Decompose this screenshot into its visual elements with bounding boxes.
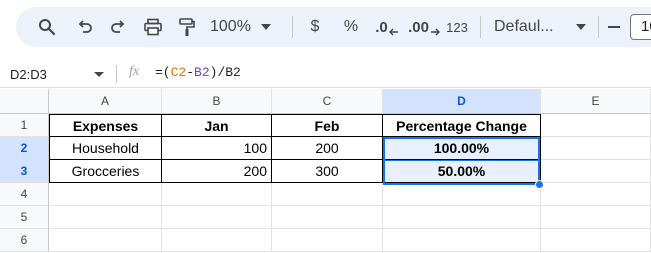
cell-c4[interactable] [272, 183, 383, 206]
number-format-button[interactable]: 123 [444, 13, 470, 41]
name-box-value: D2:D3 [10, 66, 47, 82]
chevron-down-icon [94, 71, 104, 77]
row-header-5[interactable]: 5 [0, 206, 49, 229]
chevron-down-icon [260, 24, 271, 30]
redo-icon[interactable] [105, 13, 131, 41]
fill-handle[interactable] [535, 180, 544, 189]
cell-e5[interactable] [541, 206, 651, 229]
cell-a5[interactable] [49, 206, 162, 229]
cell-e2[interactable] [541, 137, 651, 160]
cell-e1[interactable] [541, 114, 651, 137]
font-size-input[interactable]: 10 [630, 14, 651, 40]
toolbar-divider [292, 16, 293, 38]
column-header-d[interactable]: D [383, 89, 541, 114]
row-header-4[interactable]: 4 [0, 183, 49, 206]
cell-d6[interactable] [383, 229, 541, 252]
row-header-1[interactable]: 1 [0, 114, 49, 137]
cell-b3[interactable]: 200 [162, 160, 272, 183]
chevron-down-icon [576, 24, 586, 30]
search-icon[interactable] [34, 13, 60, 41]
cell-e6[interactable] [541, 229, 651, 252]
formula-ref-c2: C2 [170, 65, 187, 80]
cell-a2[interactable]: Household [49, 137, 162, 160]
column-header-b[interactable]: B [162, 89, 272, 114]
cell-c5[interactable] [272, 206, 383, 229]
toolbar: 100% $ % .0 .00 123 Defaul... 10 [0, 0, 651, 58]
print-icon[interactable] [140, 13, 166, 41]
cell-c3[interactable]: 300 [272, 160, 383, 183]
decrease-font-size-button[interactable] [606, 13, 622, 41]
zoom-select[interactable]: 100% [210, 13, 280, 41]
cell-d3[interactable]: 50.00% [383, 160, 541, 183]
undo-icon[interactable] [72, 13, 98, 41]
arrow-left-icon [388, 28, 398, 35]
select-all-corner[interactable] [0, 89, 49, 114]
font-family-select[interactable]: Defaul... [494, 13, 586, 41]
cell-a3[interactable]: Grocceries [49, 160, 162, 183]
formula-input[interactable]: =(C2-B2)/B2 [155, 65, 241, 80]
fx-icon: fx [129, 64, 140, 79]
increase-decimal-label: .00 [408, 18, 429, 36]
column-header-e[interactable]: E [541, 89, 651, 114]
cell-a4[interactable] [49, 183, 162, 206]
currency-format-button[interactable]: $ [305, 13, 325, 41]
decrease-decimal-label: .0 [375, 18, 388, 36]
cell-c1[interactable]: Feb [272, 114, 383, 137]
zoom-value: 100% [210, 18, 251, 35]
cell-b4[interactable] [162, 183, 272, 206]
column-header-a[interactable]: A [49, 89, 162, 114]
formula-bar: D2:D3 fx =(C2-B2)/B2 [0, 58, 651, 88]
cell-d5[interactable] [383, 206, 541, 229]
toolbar-divider [598, 16, 599, 38]
row-header-6[interactable]: 6 [0, 229, 49, 252]
cell-b1[interactable]: Jan [162, 114, 272, 137]
row-header-2[interactable]: 2 [0, 137, 49, 160]
cell-d2[interactable]: 100.00% [383, 137, 541, 160]
row-header-3[interactable]: 3 [0, 160, 49, 183]
formula-ref-b2: B2 [194, 65, 210, 80]
column-header-c[interactable]: C [272, 89, 383, 114]
arrow-right-icon [430, 28, 440, 35]
spreadsheet-grid: A B C D E 1 2 3 4 5 6 Expenses Jan Feb P… [0, 89, 651, 253]
formula-operator: - [186, 65, 195, 80]
cell-a6[interactable] [49, 229, 162, 252]
cell-e3[interactable] [541, 160, 651, 183]
cell-d4[interactable] [383, 183, 541, 206]
decrease-decimal-button[interactable]: .0 [373, 13, 401, 41]
cell-b6[interactable] [162, 229, 272, 252]
formula-prefix: =( [155, 65, 171, 80]
cell-a1[interactable]: Expenses [49, 114, 162, 137]
name-box[interactable]: D2:D3 [10, 64, 106, 84]
toolbar-divider [480, 16, 481, 38]
formula-bar-divider [116, 65, 117, 83]
paint-format-icon[interactable] [174, 13, 200, 41]
percent-format-button[interactable]: % [340, 13, 362, 41]
cell-c6[interactable] [272, 229, 383, 252]
cell-d1[interactable]: Percentage Change [383, 114, 541, 137]
cell-b2[interactable]: 100 [162, 137, 272, 160]
cell-e4[interactable] [541, 183, 651, 206]
cell-b5[interactable] [162, 206, 272, 229]
formula-suffix: )/B2 [209, 65, 241, 80]
cell-c2[interactable]: 200 [272, 137, 383, 160]
font-family-value: Defaul... [494, 18, 554, 35]
increase-decimal-button[interactable]: .00 [408, 13, 440, 41]
minus-icon [608, 26, 620, 28]
